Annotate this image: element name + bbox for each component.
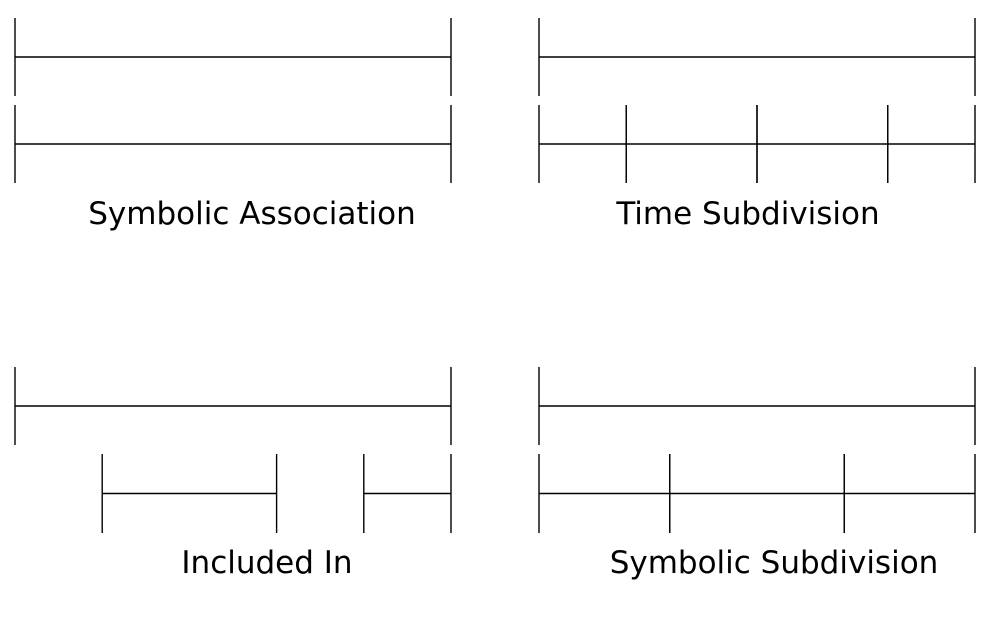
caption-time-subdivision: Time Subdivision — [616, 196, 880, 232]
diagram-canvas — [14, 18, 976, 533]
caption-symbolic-subdivision: Symbolic Subdivision — [609, 545, 939, 581]
caption-included-in: Included In — [181, 545, 353, 581]
caption-symbolic-association: Symbolic Association — [88, 196, 416, 232]
